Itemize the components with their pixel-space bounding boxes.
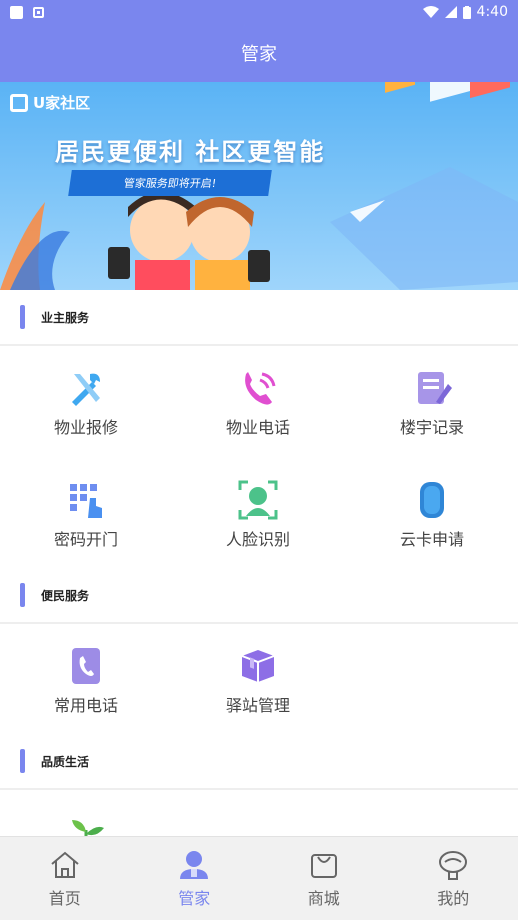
grid-item-building-record[interactable]: 楼宇记录 [346,346,518,456]
grid-item-label: 常用电话 [53,696,118,715]
grid-item-label: 楼宇记录 [399,418,464,437]
wifi-icon [422,6,439,18]
notepad-icon [412,368,452,408]
butler-icon [180,850,209,879]
bottom-tab-bar: 首页 管家 商城 我的 [0,836,518,920]
app-notification-icon [33,6,44,18]
grid-item-post-station[interactable]: 驿站管理 [172,624,344,734]
notification-icon [10,5,23,19]
section-header-convenience: 便民服务 [0,568,518,622]
grid-item-property-phone[interactable]: 物业电话 [172,346,344,456]
wrench-screwdriver-icon [66,368,106,408]
package-icon [238,646,278,686]
tab-label: 我的 [437,888,470,908]
grid-item-label: 物业电话 [225,418,290,437]
grid-item-cloud-card[interactable]: 云卡申请 [346,458,518,568]
grid-item-label: 人脸识别 [225,530,290,549]
grid-item-label: 物业报修 [53,418,118,437]
banner-ribbon: 管家服务即将开启! [68,170,272,196]
promo-banner[interactable]: U家社区 居民更便利 社区更智能 管家服务即将开启! [0,82,518,290]
grid-item-face-recognition[interactable]: 人脸识别 [172,458,344,568]
page-title: 管家 [241,44,277,65]
battery-icon [462,5,471,19]
section-accent-bar [20,305,25,329]
grid-item-property-repair[interactable]: 物业报修 [0,346,172,456]
grid-item-password-door[interactable]: 密码开门 [0,458,172,568]
status-bar: 4:40 [0,0,518,24]
section-header-owner: 业主服务 [0,290,518,344]
shopping-bag-icon [310,853,337,878]
sprout-icon [66,812,106,836]
tab-label: 首页 [48,888,81,908]
grid-item-quality-life[interactable] [0,790,172,836]
section-header-quality: 品质生活 [0,734,518,788]
grid-item-label: 密码开门 [53,530,118,549]
face-scan-icon [238,480,278,520]
section-title: 品质生活 [41,754,90,769]
logo-mark-icon [10,93,28,112]
tab-mine[interactable]: 我的 [389,837,518,920]
section-title: 便民服务 [41,588,90,603]
page-header: 管家 [0,24,518,82]
phone-book-icon [66,646,106,686]
section-title: 业主服务 [41,310,90,325]
banner-logo: U家社区 [10,92,90,113]
phone-icon [238,368,278,408]
cloud-card-icon [412,480,452,520]
grid-item-label: 云卡申请 [399,530,464,549]
keypad-icon [66,480,106,520]
tab-label: 商城 [307,888,340,908]
tab-butler[interactable]: 管家 [130,837,260,920]
grid-item-label: 驿站管理 [225,696,290,715]
banner-logo-text: U家社区 [33,94,91,112]
signal-icon [444,6,457,18]
tab-label: 管家 [178,888,211,908]
tab-mall[interactable]: 商城 [259,837,389,920]
status-time: 4:40 [476,4,508,20]
home-icon [51,851,79,878]
section-accent-bar [20,749,25,773]
grid-item-common-phone[interactable]: 常用电话 [0,624,172,734]
profile-icon [439,850,468,880]
banner-headline: 居民更便利 社区更智能 [55,138,326,166]
tab-home[interactable]: 首页 [0,837,130,920]
section-accent-bar [20,583,25,607]
